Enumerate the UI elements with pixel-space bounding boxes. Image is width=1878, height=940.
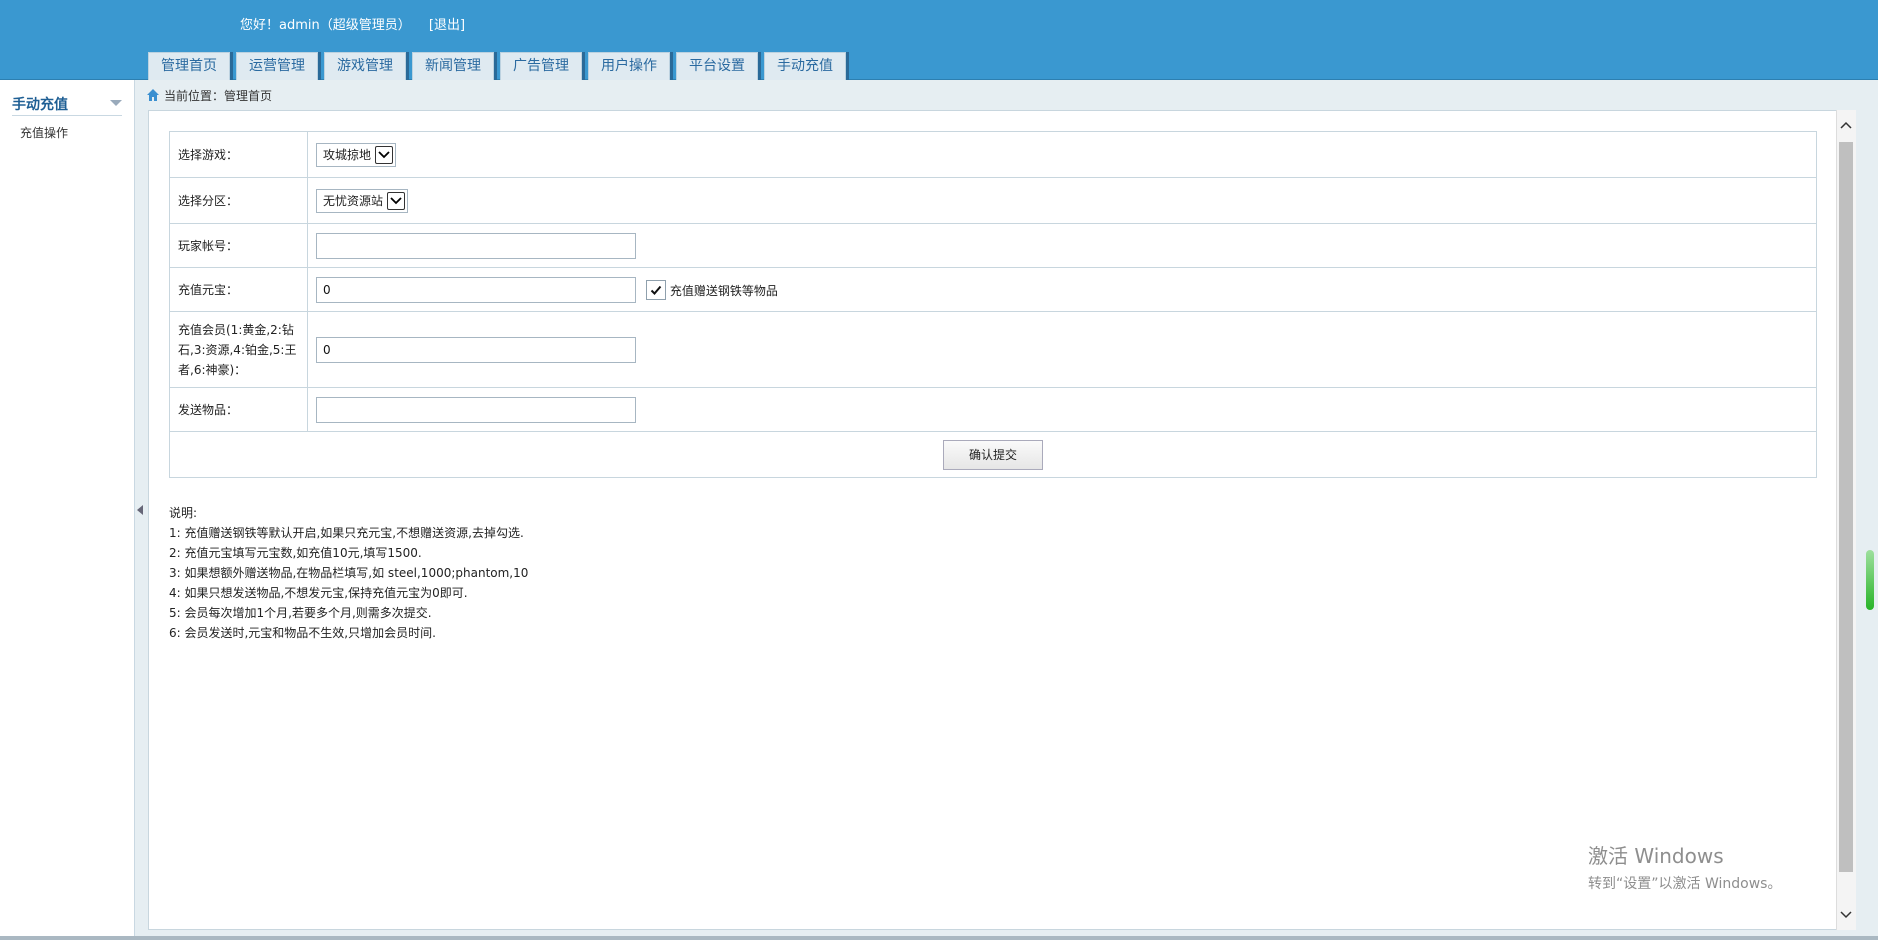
chevron-down-icon bbox=[387, 191, 406, 210]
sidebar-title-text: 手动充值 bbox=[12, 97, 68, 113]
tab-user-operations[interactable]: 用户操作 bbox=[588, 52, 670, 80]
account-label: 玩家帐号： bbox=[169, 223, 308, 268]
game-label: 选择游戏： bbox=[169, 131, 308, 178]
zone-label: 选择分区： bbox=[169, 177, 308, 224]
note-line: 4: 如果只想发送物品,不想发元宝,保持充值元宝为0即可. bbox=[169, 586, 468, 600]
tab-news-management[interactable]: 新闻管理 bbox=[412, 52, 494, 80]
form-row-items: 发送物品： bbox=[169, 387, 1817, 432]
form-row-zone: 选择分区： 无忧资源站 bbox=[169, 177, 1817, 224]
form-row-game: 选择游戏： 攻城掠地 bbox=[169, 131, 1817, 178]
user-greeting: 您好！admin（超级管理员） [退出] bbox=[240, 14, 465, 33]
note-line: 1: 充值赠送钢铁等默认开启,如果只充元宝,不想赠送资源,去掉勾选. bbox=[169, 526, 524, 540]
yuanbao-label: 充值元宝： bbox=[169, 267, 308, 312]
home-icon bbox=[146, 88, 160, 102]
form-row-yuanbao: 充值元宝： 充值赠送钢铁等物品 bbox=[169, 267, 1817, 312]
caret-down-icon[interactable] bbox=[110, 100, 122, 106]
game-select-value: 攻城掠地 bbox=[323, 148, 372, 162]
gift-checkbox-label: 充值赠送钢铁等物品 bbox=[669, 283, 778, 298]
breadcrumb-text: 当前位置：管理首页 bbox=[164, 88, 273, 103]
tab-operations[interactable]: 运营管理 bbox=[236, 52, 318, 80]
left-sidebar: 手动充值 充值操作 bbox=[0, 80, 135, 940]
scrollbar-thumb[interactable] bbox=[1839, 142, 1853, 872]
breadcrumb: 当前位置：管理首页 bbox=[146, 85, 272, 105]
content-frame: 选择游戏： 攻城掠地 选择分区： 无忧资源站 玩家帐号： 充值元宝： 0 充值赠… bbox=[148, 110, 1856, 930]
collapse-sidebar-icon[interactable] bbox=[137, 505, 143, 515]
items-label: 发送物品： bbox=[169, 387, 308, 432]
note-line: 6: 会员发送时,元宝和物品不生效,只增加会员时间. bbox=[169, 626, 436, 640]
sidebar-item-recharge-operation[interactable]: 充值操作 bbox=[20, 124, 68, 141]
tab-admin-home[interactable]: 管理首页 bbox=[148, 52, 230, 80]
note-line: 3: 如果想额外赠送物品,在物品栏填写,如 steel,1000;phantom… bbox=[169, 566, 529, 580]
note-line: 5: 会员每次增加1个月,若要多个月,则需多次提交. bbox=[169, 606, 432, 620]
windows-activation-watermark: 激活 Windows 转到“设置”以激活 Windows。 bbox=[1588, 840, 1781, 893]
chevron-down-icon bbox=[375, 145, 394, 164]
greeting-text: 您好！admin（超级管理员） bbox=[240, 18, 411, 33]
yuanbao-amount-input[interactable] bbox=[316, 276, 636, 303]
zone-select-value: 无忧资源站 bbox=[323, 194, 384, 208]
bottom-divider bbox=[0, 936, 1878, 940]
zone-select[interactable]: 无忧资源站 bbox=[316, 188, 409, 213]
gift-checkbox-group: 充值赠送钢铁等物品 bbox=[645, 280, 778, 300]
player-account-input[interactable] bbox=[316, 232, 636, 259]
scroll-down-icon[interactable] bbox=[1840, 908, 1852, 922]
tab-platform-settings[interactable]: 平台设置 bbox=[676, 52, 758, 80]
send-items-input[interactable] bbox=[316, 396, 636, 423]
note-line: 2: 充值元宝填写元宝数,如充值10元,填写1500. bbox=[169, 546, 422, 560]
tab-game-management[interactable]: 游戏管理 bbox=[324, 52, 406, 80]
form-row-member: 充值会员(1:黄金,2:钻石,3:资源,4:铂金,5:王者,6:神豪)： bbox=[169, 311, 1817, 388]
top-header: 您好！admin（超级管理员） [退出] 管理首页 运营管理 游戏管理 新闻管理… bbox=[0, 0, 1878, 80]
form-row-account: 玩家帐号： bbox=[169, 223, 1817, 268]
form-row-submit: 确认提交 bbox=[169, 431, 1817, 478]
logout-link[interactable]: [退出] bbox=[429, 18, 465, 33]
tab-manual-recharge[interactable]: 手动充值 bbox=[764, 52, 846, 80]
member-level-input[interactable] bbox=[316, 336, 636, 363]
watermark-line2: 转到“设置”以激活 Windows。 bbox=[1588, 876, 1782, 892]
sidebar-section-title[interactable]: 手动充值 bbox=[12, 94, 122, 116]
notes-title: 说明: bbox=[169, 506, 198, 520]
submit-button[interactable]: 确认提交 bbox=[943, 439, 1043, 470]
watermark-line1: 激活 Windows bbox=[1588, 844, 1724, 868]
recharge-form-table: 选择游戏： 攻城掠地 选择分区： 无忧资源站 玩家帐号： 充值元宝： 0 充值赠… bbox=[169, 131, 1817, 478]
game-select[interactable]: 攻城掠地 bbox=[316, 142, 397, 167]
side-indicator bbox=[1866, 550, 1874, 610]
member-label: 充值会员(1:黄金,2:钻石,3:资源,4:铂金,5:王者,6:神豪)： bbox=[169, 311, 308, 388]
tab-ad-management[interactable]: 广告管理 bbox=[500, 52, 582, 80]
instructions-notes: 说明: 1: 充值赠送钢铁等默认开启,如果只充元宝,不想赠送资源,去掉勾选. 2… bbox=[169, 503, 528, 643]
main-nav-tabs: 管理首页 运营管理 游戏管理 新闻管理 广告管理 用户操作 平台设置 手动充值 bbox=[148, 52, 852, 80]
scroll-up-icon[interactable] bbox=[1840, 118, 1852, 132]
vertical-scrollbar[interactable] bbox=[1836, 110, 1856, 930]
checkmark-icon bbox=[650, 285, 662, 295]
gift-checkbox[interactable] bbox=[645, 280, 666, 300]
